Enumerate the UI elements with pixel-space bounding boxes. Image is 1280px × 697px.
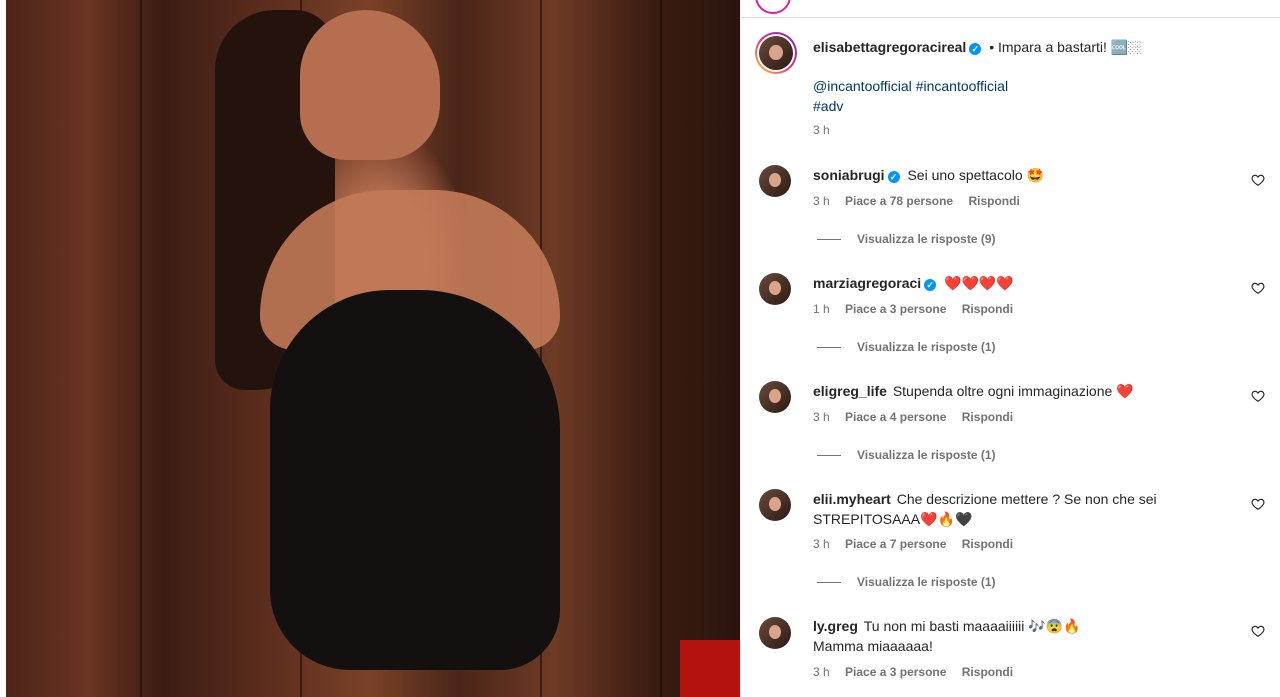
comment-avatar[interactable]	[759, 617, 791, 649]
comment-likes[interactable]: Piace a 3 persone	[845, 665, 946, 679]
view-replies-button[interactable]: Visualizza le risposte (1)	[817, 448, 996, 462]
comment-time: 3 h	[813, 410, 830, 424]
verified-badge-icon: ✓	[969, 43, 982, 55]
comment-emoji: 🎶😨🔥	[1028, 618, 1081, 634]
post-time: 3 h	[813, 123, 842, 137]
mention-link[interactable]: @incantoofficial	[813, 78, 912, 94]
view-replies-button[interactable]: Visualizza le risposte (9)	[817, 232, 996, 246]
post-caption: elisabettagregoracireal ✓ • Impara a bast…	[813, 37, 1142, 57]
replies-dash	[817, 347, 841, 349]
comment-emoji: ❤️❤️❤️❤️	[944, 275, 1014, 291]
comment-1-text: soniabrugi ✓ Sei uno spettacolo 🤩	[813, 165, 1044, 185]
comment-emoji: 🤩	[1026, 167, 1044, 183]
header-strip	[741, 0, 1280, 18]
comment-5-meta: 3 h Piace a 3 persone Rispondi	[813, 665, 1025, 679]
heart-outline-icon[interactable]	[1251, 281, 1265, 295]
view-replies-label: Visualizza le risposte (1)	[857, 448, 996, 462]
reply-button[interactable]: Rispondi	[962, 410, 1013, 424]
comment-4-meta: 3 h Piace a 7 persone Rispondi	[813, 537, 1025, 551]
heart-outline-icon[interactable]	[1251, 173, 1265, 187]
hashtag-adv-link[interactable]: #adv	[813, 98, 843, 114]
comment-4-text-2: STREPITOSAAA❤️🔥🖤	[813, 509, 972, 529]
comment-1-meta: 3 h Piace a 78 persone Rispondi	[813, 194, 1032, 208]
comment-2-meta: 1 h Piace a 3 persone Rispondi	[813, 302, 1025, 316]
caption-tags: @incantoofficial #incantoofficial	[813, 76, 1008, 96]
view-replies-button[interactable]: Visualizza le risposte (1)	[817, 575, 996, 589]
view-replies-label: Visualizza le risposte (9)	[857, 232, 996, 246]
comment-avatar[interactable]	[759, 381, 791, 413]
comment-time: 3 h	[813, 537, 830, 551]
comment-emoji: ❤️	[1116, 383, 1134, 399]
comment-body: Che descrizione mettere ? Se non che sei	[896, 491, 1157, 507]
heart-outline-icon[interactable]	[1251, 497, 1265, 511]
comment-username[interactable]: ly.greg	[813, 618, 858, 634]
comment-avatar[interactable]	[759, 165, 791, 197]
hashtag-link[interactable]: #incantoofficial	[916, 78, 1008, 94]
comment-username[interactable]: elii.myheart	[813, 491, 891, 507]
comment-emoji: ❤️🔥🖤	[920, 511, 973, 527]
replies-dash	[817, 582, 841, 584]
reply-button[interactable]: Rispondi	[962, 302, 1013, 316]
comment-likes[interactable]: Piace a 4 persone	[845, 410, 946, 424]
view-replies-button[interactable]: Visualizza le risposte (1)	[817, 340, 996, 354]
comment-time: 3 h	[813, 194, 830, 208]
comment-body-continued: STREPITOSAAA	[813, 511, 921, 527]
comment-3-text: eligreg_life Stupenda oltre ogni immagin…	[813, 381, 1134, 401]
comment-body: Tu non mi basti maaaaiiiiii	[863, 618, 1025, 634]
comment-body: Stupenda oltre ogni immaginazione	[892, 383, 1113, 399]
caption-text: • Impara a bastarti!	[989, 39, 1107, 55]
author-username[interactable]: elisabettagregoracireal	[813, 39, 966, 55]
comments-panel: elisabettagregoracireal ✓ • Impara a bast…	[740, 0, 1280, 697]
comment-likes[interactable]: Piace a 7 persone	[845, 537, 946, 551]
reply-button[interactable]: Rispondi	[962, 537, 1013, 551]
comment-4-text: elii.myheart Che descrizione mettere ? S…	[813, 489, 1157, 509]
caption-tags-2: #adv	[813, 96, 843, 116]
comment-body-continued: Mamma miaaaaaa!	[813, 638, 933, 654]
photo-red-object	[680, 640, 740, 697]
wood-panel-line	[140, 0, 142, 697]
comment-username[interactable]: marziagregoraci	[813, 275, 921, 291]
verified-badge-icon: ✓	[924, 279, 937, 291]
comment-5-text: ly.greg Tu non mi basti maaaaiiiiii 🎶😨🔥	[813, 616, 1081, 636]
comment-time: 3 h	[813, 665, 830, 679]
comment-2-text: marziagregoraci ✓ ❤️❤️❤️❤️	[813, 273, 1014, 293]
comment-avatar[interactable]	[759, 489, 791, 521]
comment-username[interactable]: soniabrugi	[813, 167, 885, 183]
reply-button[interactable]: Rispondi	[968, 194, 1019, 208]
heart-outline-icon[interactable]	[1251, 389, 1265, 403]
replies-dash	[817, 239, 841, 241]
photo-left-edge	[0, 0, 6, 697]
view-replies-label: Visualizza le risposte (1)	[857, 340, 996, 354]
photo-bodysuit	[270, 290, 560, 670]
comment-3-meta: 3 h Piace a 4 persone Rispondi	[813, 410, 1025, 424]
comment-5-text-2: Mamma miaaaaaa!	[813, 636, 933, 656]
caption-emoji: 🆒🏼	[1110, 39, 1143, 55]
author-avatar[interactable]	[755, 32, 797, 74]
comment-time: 1 h	[813, 302, 830, 316]
comment-body: Sei uno spettacolo	[907, 167, 1023, 183]
comment-username[interactable]: eligreg_life	[813, 383, 887, 399]
post-photo[interactable]	[0, 0, 740, 697]
comment-avatar[interactable]	[759, 273, 791, 305]
comment-likes[interactable]: Piace a 78 persone	[845, 194, 953, 208]
heart-outline-icon[interactable]	[1251, 624, 1265, 638]
header-avatar[interactable]	[755, 0, 791, 14]
comment-likes[interactable]: Piace a 3 persone	[845, 302, 946, 316]
post-time-text: 3 h	[813, 123, 830, 137]
replies-dash	[817, 455, 841, 457]
verified-badge-icon: ✓	[887, 171, 900, 183]
reply-button[interactable]: Rispondi	[962, 665, 1013, 679]
wood-panel-line	[660, 0, 662, 697]
view-replies-label: Visualizza le risposte (1)	[857, 575, 996, 589]
photo-face	[300, 10, 440, 160]
